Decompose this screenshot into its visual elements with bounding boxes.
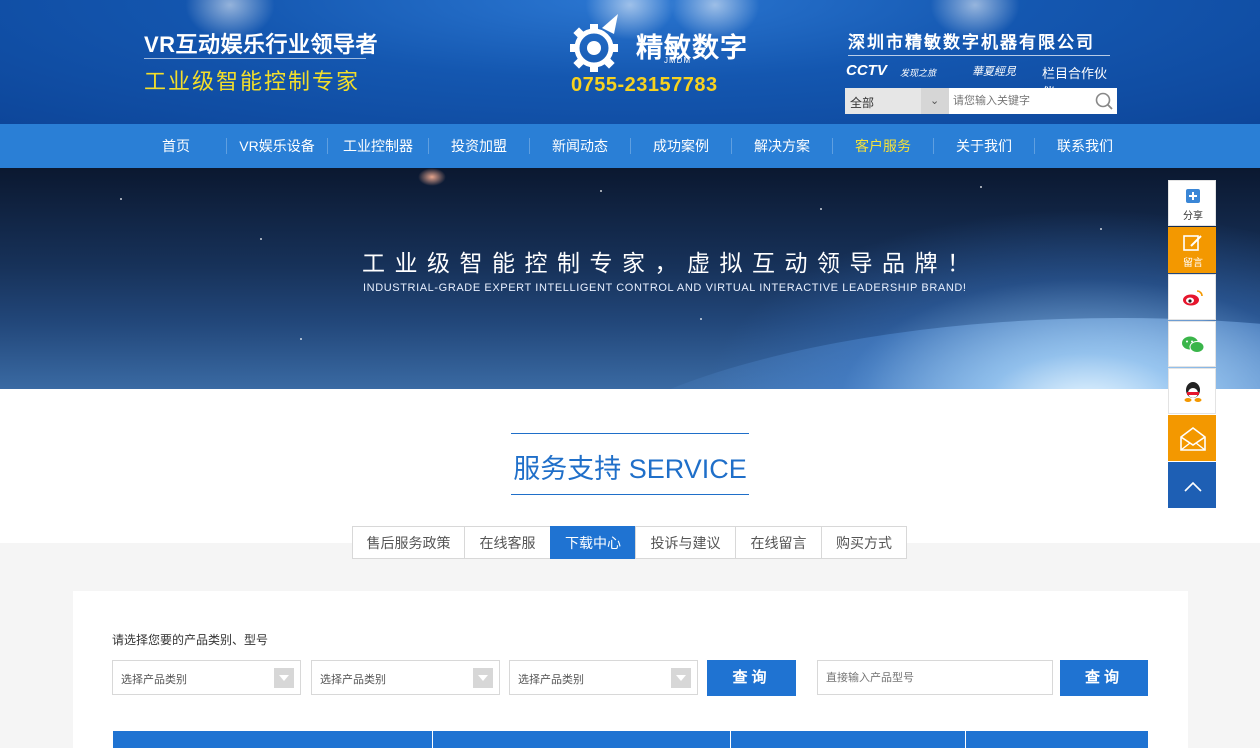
banner-flare [418,168,446,186]
download-prompt: 请选择您要的产品类别、型号 [112,633,269,647]
chevron-down-icon [274,668,294,688]
partner-logo-discovery: 发现之旅 [900,68,937,78]
title-rule-bottom [511,494,749,495]
tab-download-center[interactable]: 下载中心 [550,526,636,559]
star [980,186,982,188]
partner-logos: CCTV 发现之旅 華夏經見 栏目合作伙伴 [846,61,1116,100]
category-select-3-value: 选择产品类别 [518,674,584,686]
mail-icon [1180,427,1206,451]
nav-item-industrial-controller[interactable]: 工业控制器 [328,124,428,168]
logo-text[interactable]: 精敏数字 [636,26,748,65]
qq-icon [1184,382,1202,402]
nav-item-cases[interactable]: 成功案例 [631,124,731,168]
star [700,318,702,320]
nav-item-news[interactable]: 新闻动态 [530,124,630,168]
category-select-2[interactable]: 选择产品类别 [311,660,500,695]
tab-online-support[interactable]: 在线客服 [464,526,551,559]
star [300,338,302,340]
nav-item-contact[interactable]: 联系我们 [1035,124,1135,168]
tab-purchase-methods[interactable]: 购买方式 [821,526,907,559]
banner-title-cn: 工业级智能控制专家，虚拟互动领导品牌！ [362,250,980,276]
slogan-primary: VR互动娱乐行业领导者 [144,32,379,57]
table-header-cell [966,731,1148,748]
message-label: 留言 [1183,258,1203,269]
nav-item-vr-equipment[interactable]: VR娱乐设备 [227,124,327,168]
share-icon [1186,189,1200,203]
nav-item-home[interactable]: 首页 [126,124,226,168]
slogan-secondary: 工业级智能控制专家 [144,69,361,94]
query-model-button[interactable]: 查询 [1060,660,1148,696]
chevron-down-icon: ⌄ [930,95,940,107]
search-category-value: 全部 [850,96,875,110]
share-label: 分享 [1183,211,1203,222]
partner-logo-huaxia: 華夏經見 [972,66,1016,78]
download-table-header [113,731,1148,748]
category-select-1[interactable]: 选择产品类别 [112,660,301,695]
chevron-down-icon [473,668,493,688]
category-select-1-value: 选择产品类别 [121,674,187,686]
table-header-cell [433,731,731,748]
site-header: VR互动娱乐行业领导者 工业级智能控制专家 精敏数字 JMDM 0755-231… [0,0,1260,124]
search-category-select[interactable]: 全部 ⌄ [845,88,949,114]
chevron-down-icon [671,668,691,688]
star [820,208,822,210]
nav-item-about[interactable]: 关于我们 [934,124,1034,168]
main-navigation: 首页 VR娱乐设备 工业控制器 投资加盟 新闻动态 成功案例 解决方案 客户服务… [0,124,1260,168]
tab-after-sales-policy[interactable]: 售后服务政策 [352,526,465,559]
nav-item-solutions[interactable]: 解决方案 [732,124,832,168]
nav-item-customer-service[interactable]: 客户服务 [833,124,933,168]
back-to-top-button[interactable] [1168,462,1216,508]
slogan-divider [144,58,366,59]
tab-complaints[interactable]: 投诉与建议 [635,526,736,559]
share-button[interactable]: 分享 [1168,180,1216,226]
email-button[interactable] [1168,415,1216,461]
model-number-input[interactable] [817,660,1053,695]
section-title: 服务支持 SERVICE [513,454,747,484]
wechat-button[interactable] [1168,321,1216,367]
message-icon [1183,235,1202,251]
search-category-toggle[interactable]: ⌄ [921,88,949,114]
weibo-icon [1183,290,1203,306]
back-to-top-icon [1184,481,1202,492]
gear-logo-icon[interactable] [562,14,632,72]
star [600,190,602,192]
table-header-cell [113,731,433,748]
query-category-button[interactable]: 查询 [707,660,796,696]
banner-title-en: INDUSTRIAL-GRADE EXPERT INTELLIGENT CONT… [363,282,967,294]
star [120,198,122,200]
weibo-button[interactable] [1168,274,1216,320]
company-divider [848,55,1110,56]
search-bar: 全部 ⌄ [845,88,1117,114]
search-icon[interactable] [1091,88,1117,114]
table-header-cell [731,731,966,748]
star [1100,228,1102,230]
company-name: 深圳市精敏数字机器有限公司 [848,33,1095,52]
hero-banner: 工业级智能控制专家，虚拟互动领导品牌！ INDUSTRIAL-GRADE EXP… [0,168,1260,389]
hotline-phone: 0755-23157783 [571,74,718,96]
category-select-3[interactable]: 选择产品类别 [509,660,698,695]
search-input[interactable] [953,88,1091,114]
tab-online-message[interactable]: 在线留言 [735,526,822,559]
message-button[interactable]: 留言 [1168,227,1216,273]
wechat-icon [1182,336,1205,353]
star [260,238,262,240]
nav-item-franchise[interactable]: 投资加盟 [429,124,529,168]
logo-subtext: JMDM [664,56,692,65]
category-select-2-value: 选择产品类别 [320,674,386,686]
title-rule-top [511,433,749,434]
qq-button[interactable] [1168,368,1216,414]
cctv-logo: CCTV [846,62,887,79]
